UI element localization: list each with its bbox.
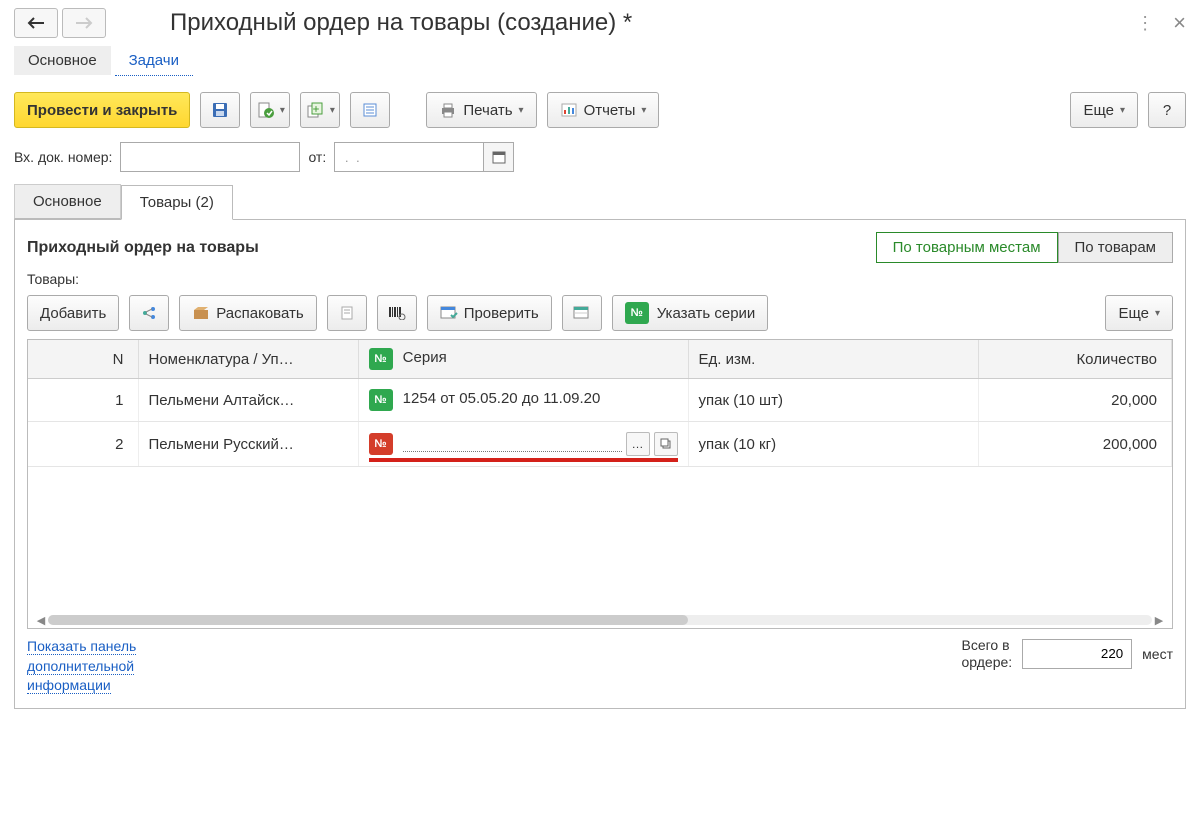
nav-tab-tasks[interactable]: Задачи (115, 46, 193, 76)
barcode-button[interactable] (377, 295, 417, 331)
show-extra-panel-link[interactable]: Показать панель дополнительной информаци… (27, 638, 136, 694)
doc-number-input[interactable] (120, 142, 300, 172)
col-n[interactable]: N (28, 340, 138, 379)
col-ser[interactable]: № Серия (358, 340, 688, 379)
post-icon (256, 101, 274, 119)
add-row-button[interactable]: Добавить (27, 295, 119, 331)
series-open-button[interactable] (654, 432, 678, 456)
scroll-left-icon[interactable]: ◀ (34, 614, 48, 627)
nav-tab-main[interactable]: Основное (14, 46, 111, 75)
post-button[interactable] (250, 92, 290, 128)
help-button[interactable]: ? (1148, 92, 1186, 128)
series-button[interactable]: № Указать серии (612, 295, 769, 331)
tab-main[interactable]: Основное (14, 184, 121, 219)
col-q[interactable]: Количество (978, 340, 1172, 379)
share-icon (141, 305, 157, 321)
page-title: Приходный ордер на товары (создание) * (170, 9, 632, 37)
table-row[interactable]: 2 Пельмени Русский… № … (28, 422, 1172, 467)
col-nom[interactable]: Номенклатура / Уп… (138, 340, 358, 379)
unpack-button[interactable]: Распаковать (179, 295, 316, 331)
doc-icon (339, 305, 355, 321)
reports-button[interactable]: Отчеты (547, 92, 660, 128)
box-icon (192, 306, 210, 320)
goods-sub-label: Товары: (27, 271, 1173, 287)
date-picker-button[interactable] (484, 142, 514, 172)
back-button[interactable] (14, 8, 58, 38)
series-header-icon: № (369, 348, 393, 370)
copy-doc-button[interactable] (327, 295, 367, 331)
list-icon (362, 102, 378, 118)
more-button[interactable]: Еще (1070, 92, 1138, 128)
post-and-close-button[interactable]: Провести и закрыть (14, 92, 190, 128)
total-label: Всего в (962, 637, 1013, 654)
goods-table: N Номенклатура / Уп… № Серия Ед. изм. Ко… (27, 339, 1173, 629)
calendar-icon (492, 150, 506, 164)
check-button[interactable]: Проверить (427, 295, 552, 331)
arrow-left-icon (27, 17, 45, 29)
print-button[interactable]: Печать (426, 92, 536, 128)
forward-button[interactable] (62, 8, 106, 38)
grid-icon (573, 306, 591, 320)
refresh-grid-button[interactable] (562, 295, 602, 331)
total-unit: мест (1142, 646, 1173, 662)
arrow-right-icon (75, 17, 93, 29)
total-value-input[interactable] (1022, 639, 1132, 669)
series-missing-icon: № (369, 433, 393, 455)
tab-goods[interactable]: Товары (2) (121, 185, 233, 220)
kebab-icon[interactable]: ⋮ (1136, 13, 1155, 34)
seg-by-goods[interactable]: По товарам (1058, 232, 1173, 263)
doc-date-input[interactable] (334, 142, 484, 172)
printer-icon (439, 102, 457, 118)
seg-by-places[interactable]: По товарным местам (876, 232, 1058, 263)
error-underline (369, 458, 678, 462)
chart-icon (560, 102, 578, 118)
grid-check-icon (440, 306, 458, 320)
series-select-button[interactable]: … (626, 432, 650, 456)
close-icon[interactable]: × (1173, 10, 1186, 36)
table-row[interactable]: 1 Пельмени Алтайск… № 1254 от 05.05.20 д… (28, 379, 1172, 422)
open-icon (660, 438, 672, 450)
barcode-icon (388, 306, 406, 320)
series-badge-icon: № (625, 302, 649, 324)
doc-date-label: от: (308, 149, 326, 165)
share-button[interactable] (129, 295, 169, 331)
panel-title: Приходный ордер на товары (27, 239, 259, 257)
save-button[interactable] (200, 92, 240, 128)
clone-icon (306, 101, 324, 119)
doc-number-label: Вх. док. номер: (14, 149, 112, 165)
table-more-button[interactable]: Еще (1105, 295, 1173, 331)
series-input[interactable] (403, 436, 622, 452)
series-ok-icon: № (369, 389, 393, 411)
col-ed[interactable]: Ед. изм. (688, 340, 978, 379)
floppy-icon (211, 101, 229, 119)
table-hscroll[interactable]: ◀ ▶ (28, 612, 1172, 628)
based-on-button[interactable] (300, 92, 340, 128)
scroll-right-icon[interactable]: ▶ (1152, 614, 1166, 627)
list-button[interactable] (350, 92, 390, 128)
